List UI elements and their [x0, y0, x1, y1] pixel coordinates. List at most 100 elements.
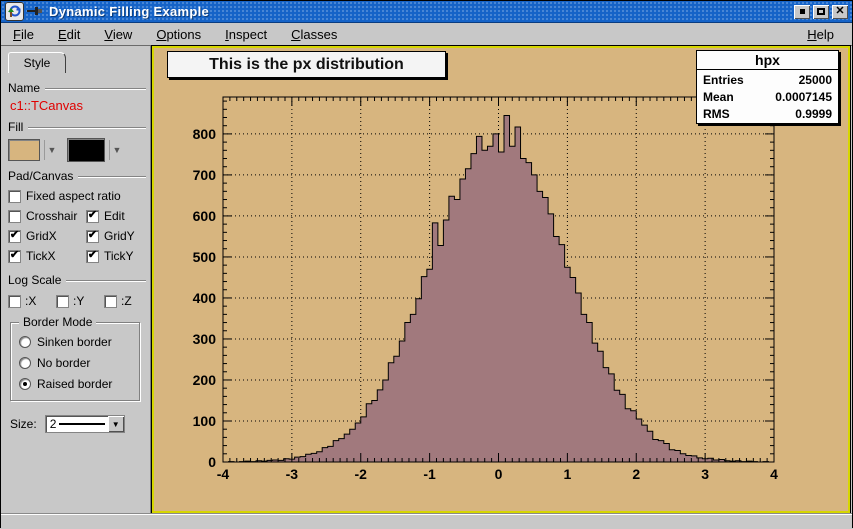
pin-glyph	[27, 6, 43, 16]
stat-row-rms: RMS 0.9999	[703, 107, 832, 121]
size-value: 2	[50, 417, 57, 431]
stat-label: Entries	[703, 73, 744, 87]
svg-text:-1: -1	[423, 466, 436, 482]
checkbox-label: GridX	[26, 229, 57, 243]
menu-edit-label: dit	[67, 27, 81, 42]
svg-text:100: 100	[193, 413, 217, 429]
svg-text:2: 2	[632, 466, 640, 482]
minimize-button[interactable]	[794, 5, 810, 19]
stat-value: 0.9999	[795, 107, 832, 121]
menu-options[interactable]: Options	[152, 25, 205, 44]
row-size: Size: 2 ▼	[10, 415, 146, 433]
radio-button[interactable]	[19, 357, 31, 369]
fill-color-dropdown-icon[interactable]: ▼	[44, 140, 59, 160]
fill-color-swatch[interactable]	[8, 139, 40, 161]
checkbox-log-y[interactable]: ✔ :Y	[56, 294, 98, 308]
checkbox-box[interactable]: ✔	[8, 250, 21, 263]
menu-edit[interactable]: Edit	[54, 25, 84, 44]
checkbox-gridx[interactable]: ✔ GridX	[8, 229, 86, 243]
menu-help[interactable]: Help	[803, 25, 838, 44]
app-icon[interactable]	[5, 2, 24, 21]
line-width-sample	[59, 423, 104, 425]
menu-classes[interactable]: Classes	[287, 25, 341, 44]
stat-row-mean: Mean 0.0007145	[703, 90, 832, 104]
style-sidebar: Style Name c1::TCanvas Fill ▼ ▼ Pad/Canv…	[2, 46, 151, 513]
menu-inspect-label: nspect	[229, 27, 267, 42]
plot-title-box[interactable]: This is the px distribution	[167, 51, 446, 78]
row-tickx-ticky: ✔ TickX ✔ TickY	[8, 246, 146, 266]
maximize-button[interactable]	[813, 5, 829, 19]
radio-button[interactable]	[19, 336, 31, 348]
checkbox-edit[interactable]: ✔ Edit	[86, 209, 125, 223]
svg-text:0: 0	[208, 454, 216, 470]
line-color-dropdown-icon[interactable]: ▼	[109, 140, 124, 160]
checkbox-box[interactable]: ✔	[8, 230, 21, 243]
root-canvas[interactable]: -4-3-2-1012340100200300400500600700800 T…	[152, 46, 850, 513]
checkbox-box[interactable]: ✔	[56, 295, 69, 308]
close-button[interactable]: ✕	[832, 5, 848, 19]
section-fill: Fill	[8, 120, 146, 134]
menu-file[interactable]: File	[9, 25, 38, 44]
radio-label: Sinken border	[37, 335, 112, 349]
checkbox-box[interactable]: ✔	[86, 250, 99, 263]
checkbox-label: GridY	[104, 229, 135, 243]
pin-icon[interactable]	[27, 3, 43, 21]
radio-button[interactable]	[19, 378, 31, 390]
stats-box[interactable]: hpx Entries 25000 Mean 0.0007145 RMS 0.9…	[696, 50, 839, 124]
check-icon: ✔	[88, 230, 97, 241]
stat-label: RMS	[703, 107, 730, 121]
svg-text:300: 300	[193, 331, 217, 347]
checkbox-box[interactable]: ✔	[8, 210, 21, 223]
svg-text:1: 1	[563, 466, 571, 482]
menu-view-label: iew	[113, 27, 133, 42]
menu-bar: File Edit View Options Inspect Classes H…	[1, 23, 852, 46]
menu-help-accel: H	[807, 27, 816, 42]
line-color-swatch[interactable]	[67, 138, 105, 162]
radio-sinken-border[interactable]: Sinken border	[19, 331, 135, 352]
row-crosshair-edit: ✔ Crosshair ✔ Edit	[8, 206, 146, 226]
svg-text:-3: -3	[286, 466, 299, 482]
row-gridx-gridy: ✔ GridX ✔ GridY	[8, 226, 146, 246]
check-icon: ✔	[10, 250, 19, 261]
checkbox-label: Crosshair	[26, 209, 77, 223]
row-fixed-aspect: ✔ Fixed aspect ratio	[8, 186, 146, 206]
fill-color-row: ▼ ▼	[8, 138, 146, 162]
checkbox-log-z[interactable]: ✔ :Z	[104, 294, 146, 308]
checkbox-box[interactable]: ✔	[86, 210, 99, 223]
checkbox-box[interactable]: ✔	[104, 295, 117, 308]
pad-canvas-section-label: Pad/Canvas	[8, 169, 73, 183]
checkbox-crosshair[interactable]: ✔ Crosshair	[8, 209, 86, 223]
combo-dropdown-icon[interactable]: ▼	[108, 416, 124, 432]
menu-help-label: elp	[817, 27, 834, 42]
check-icon: ✔	[10, 230, 19, 241]
checkbox-box[interactable]: ✔	[8, 190, 21, 203]
checkbox-label: :Y	[73, 294, 84, 308]
size-label: Size:	[10, 417, 37, 431]
menu-options-accel: O	[156, 27, 166, 42]
log-scale-section-label: Log Scale	[8, 273, 61, 287]
menu-edit-accel: E	[58, 27, 67, 42]
checkbox-tickx[interactable]: ✔ TickX	[8, 249, 86, 263]
checkbox-fixed-aspect[interactable]: ✔ Fixed aspect ratio	[8, 189, 121, 203]
checkbox-log-x[interactable]: ✔ :X	[8, 294, 50, 308]
radio-label: No border	[37, 356, 90, 370]
canvas-name-value: c1::TCanvas	[10, 98, 146, 113]
tab-style[interactable]: Style	[8, 52, 66, 73]
menu-file-label: ile	[21, 27, 34, 42]
menu-view[interactable]: View	[100, 25, 136, 44]
checkbox-box[interactable]: ✔	[86, 230, 99, 243]
radio-label: Raised border	[37, 377, 112, 391]
checkbox-ticky[interactable]: ✔ TickY	[86, 249, 134, 263]
border-mode-legend: Border Mode	[19, 315, 96, 329]
plot-title: This is the px distribution	[209, 56, 404, 74]
radio-no-border[interactable]: No border	[19, 352, 135, 373]
checkbox-label: Fixed aspect ratio	[26, 189, 121, 203]
radio-raised-border[interactable]: Raised border	[19, 373, 135, 394]
checkbox-gridy[interactable]: ✔ GridY	[86, 229, 135, 243]
section-pad-canvas: Pad/Canvas	[8, 169, 146, 183]
title-bar[interactable]: Dynamic Filling Example ✕	[1, 1, 852, 23]
size-combobox[interactable]: 2 ▼	[45, 415, 125, 433]
row-log-scale: ✔ :X ✔ :Y ✔ :Z	[8, 290, 146, 312]
menu-inspect[interactable]: Inspect	[221, 25, 271, 44]
checkbox-box[interactable]: ✔	[8, 295, 21, 308]
